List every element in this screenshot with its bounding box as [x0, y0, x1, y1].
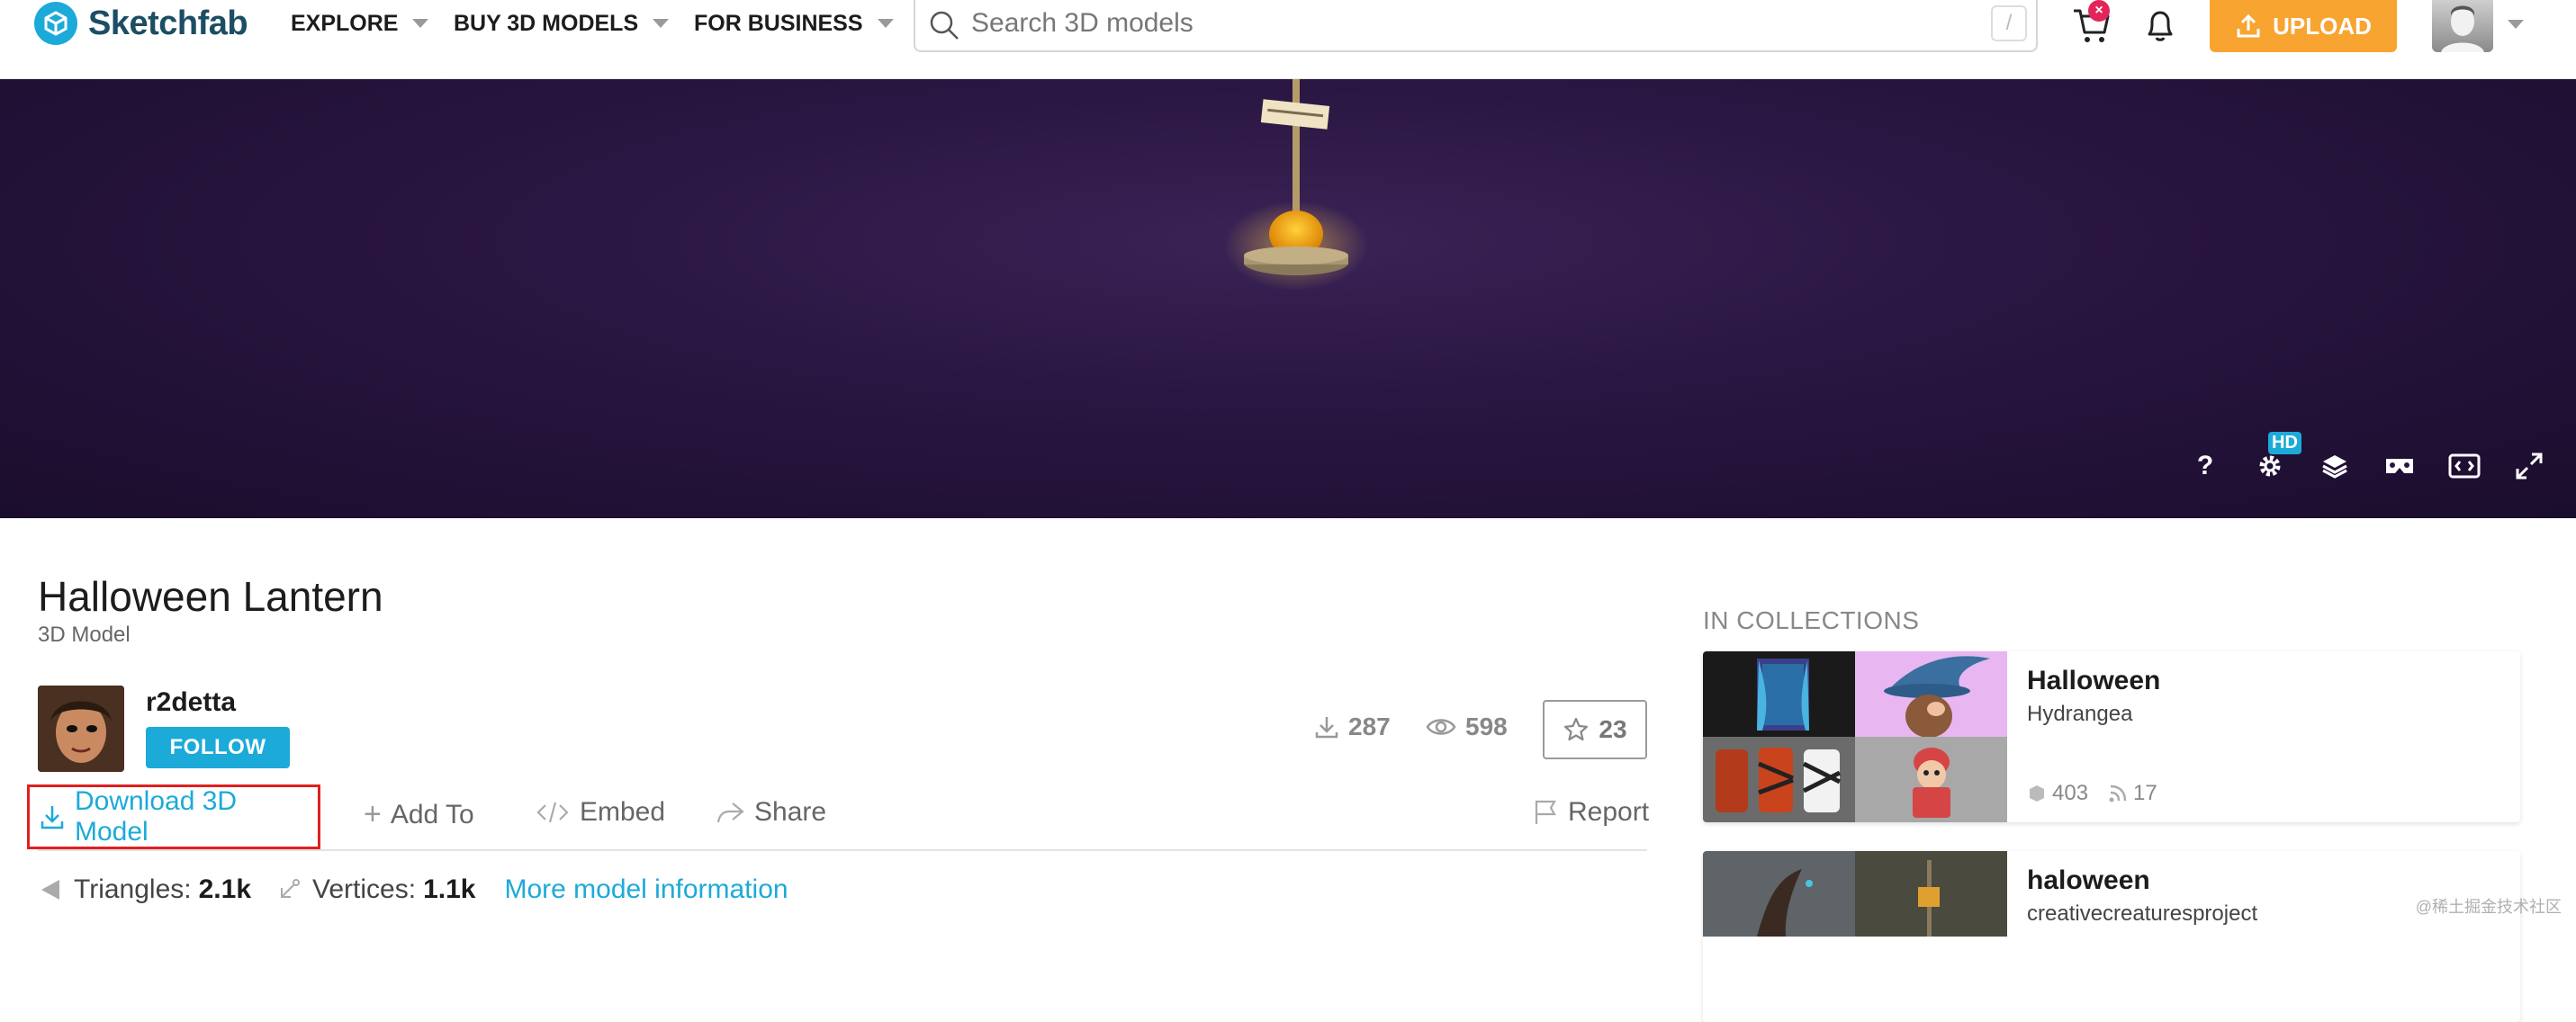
- download-icon: [41, 806, 64, 829]
- model-viewer[interactable]: ? HD: [0, 79, 2576, 518]
- triangles-label: Triangles:: [74, 874, 192, 904]
- upload-label: UPLOAD: [2273, 12, 2372, 40]
- nav-buy-label: BUY 3D MODELS: [454, 10, 639, 36]
- triangles-value: 2.1k: [198, 874, 251, 904]
- collection-thumbnail: [1703, 937, 1855, 1022]
- download-count: 287: [1314, 713, 1391, 741]
- model-title: Halloween Lantern: [38, 573, 383, 620]
- view-count-value: 598: [1465, 713, 1508, 740]
- embed-button[interactable]: Embed: [535, 797, 665, 828]
- collection-thumbnails: [1703, 651, 2007, 822]
- search-icon: [930, 11, 959, 40]
- collection-owner[interactable]: creativecreaturesproject: [2027, 901, 2257, 927]
- logo-cube-icon: [34, 2, 77, 45]
- star-icon: [1564, 717, 1589, 741]
- view-count: 598: [1426, 713, 1508, 741]
- embed-view-icon[interactable]: [2448, 450, 2481, 482]
- like-count: 23: [1599, 715, 1627, 743]
- rss-icon: [2109, 784, 2127, 802]
- report-label: Report: [1568, 797, 1650, 827]
- collection-card[interactable]: haloween creativecreaturesproject: [1703, 851, 2520, 1022]
- follow-button[interactable]: FOLLOW: [146, 727, 290, 768]
- vr-icon[interactable]: [2383, 450, 2416, 482]
- collection-thumbnail: [1703, 851, 1855, 937]
- vertices-value: 1.1k: [423, 874, 476, 904]
- share-icon: [716, 802, 744, 823]
- nav-business-label: FOR BUSINESS: [694, 10, 863, 36]
- share-button[interactable]: Share: [715, 797, 826, 828]
- settings-icon[interactable]: HD: [2254, 432, 2301, 482]
- embed-label: Embed: [580, 797, 666, 827]
- lantern-model-render: [1224, 79, 1368, 291]
- collection-model-count: 403: [2027, 781, 2088, 806]
- notification-bell-icon[interactable]: [2140, 5, 2180, 45]
- top-header: Sketchfab EXPLORE BUY 3D MODELS FOR BUSI…: [0, 0, 2576, 79]
- collection-name[interactable]: Halloween: [2027, 666, 2160, 696]
- collection-follower-count-value: 17: [2133, 781, 2157, 805]
- nav-explore[interactable]: EXPLORE: [291, 7, 429, 40]
- download-icon: [1315, 717, 1338, 739]
- vertices-label: Vertices:: [312, 874, 417, 904]
- watermark: @稀土掘金技术社区: [2415, 898, 2562, 916]
- author-name[interactable]: r2detta: [146, 687, 236, 718]
- actions-divider: [38, 849, 1647, 851]
- search-bar: /: [914, 0, 2038, 52]
- collection-owner[interactable]: Hydrangea: [2027, 702, 2132, 727]
- chevron-down-icon[interactable]: [2508, 20, 2524, 29]
- viewer-toolbar: ? HD: [2189, 432, 2545, 482]
- add-to-button[interactable]: + Add To: [364, 797, 474, 832]
- layers-icon[interactable]: [2319, 450, 2351, 482]
- chevron-down-icon: [653, 19, 670, 28]
- vertex-icon: [281, 879, 300, 898]
- help-icon[interactable]: ?: [2189, 450, 2221, 482]
- cart-badge: ×: [2088, 0, 2110, 22]
- search-shortcut-key: /: [1991, 5, 2027, 41]
- chevron-down-icon: [877, 19, 894, 28]
- download-label: Download 3D Model: [74, 786, 238, 847]
- collection-model-count-value: 403: [2052, 781, 2089, 805]
- collection-thumbnail: [1855, 937, 2007, 1022]
- nav-buy-3d-models[interactable]: BUY 3D MODELS: [454, 7, 670, 40]
- eye-icon: [1426, 719, 1456, 735]
- model-actions: Download 3D Model + Add To Embed Share R…: [27, 784, 1649, 849]
- chevron-down-icon: [412, 19, 429, 28]
- code-icon: [536, 802, 569, 823]
- plus-icon: +: [364, 797, 382, 831]
- hd-badge: HD: [2268, 432, 2301, 454]
- collection-thumbnail: [1855, 851, 2007, 937]
- model-subtitle: 3D Model: [38, 623, 131, 647]
- download-count-value: 287: [1348, 713, 1391, 740]
- upload-button[interactable]: UPLOAD: [2210, 0, 2397, 52]
- collections-heading: IN COLLECTIONS: [1703, 606, 1920, 634]
- search-input[interactable]: [971, 5, 1961, 41]
- user-avatar[interactable]: [2432, 0, 2493, 52]
- collection-thumbnail: [1703, 737, 1855, 822]
- collection-stats: 403 17: [2027, 781, 2157, 806]
- sketchfab-logo[interactable]: Sketchfab: [34, 0, 248, 47]
- share-label: Share: [754, 797, 827, 827]
- like-button[interactable]: 23: [1543, 700, 1647, 759]
- collection-thumbnail: [1855, 737, 2007, 822]
- collection-thumbnail: [1855, 651, 2007, 737]
- collection-card[interactable]: Halloween Hydrangea 403 17: [1703, 651, 2520, 822]
- report-button[interactable]: Report: [1532, 797, 1649, 828]
- model-info-row: Triangles: 2.1k Vertices: 1.1k More mode…: [38, 874, 788, 905]
- nav-for-business[interactable]: FOR BUSINESS: [694, 7, 894, 40]
- download-3d-model-button[interactable]: Download 3D Model: [27, 784, 320, 849]
- flag-icon: [1535, 800, 1556, 824]
- upload-icon: [2237, 13, 2260, 38]
- logo-text: Sketchfab: [88, 4, 248, 42]
- collection-follower-count: 17: [2108, 781, 2157, 806]
- more-model-information-link[interactable]: More model information: [504, 874, 788, 905]
- nav-explore-label: EXPLORE: [291, 10, 399, 36]
- collection-thumbnails: [1703, 851, 2007, 1022]
- triangle-icon: [41, 880, 59, 900]
- add-to-label: Add To: [390, 799, 474, 829]
- cube-icon: [2030, 785, 2044, 802]
- fullscreen-icon[interactable]: [2513, 450, 2545, 482]
- author-avatar[interactable]: [38, 686, 124, 772]
- collection-thumbnail: [1703, 651, 1855, 737]
- collection-name[interactable]: haloween: [2027, 865, 2150, 896]
